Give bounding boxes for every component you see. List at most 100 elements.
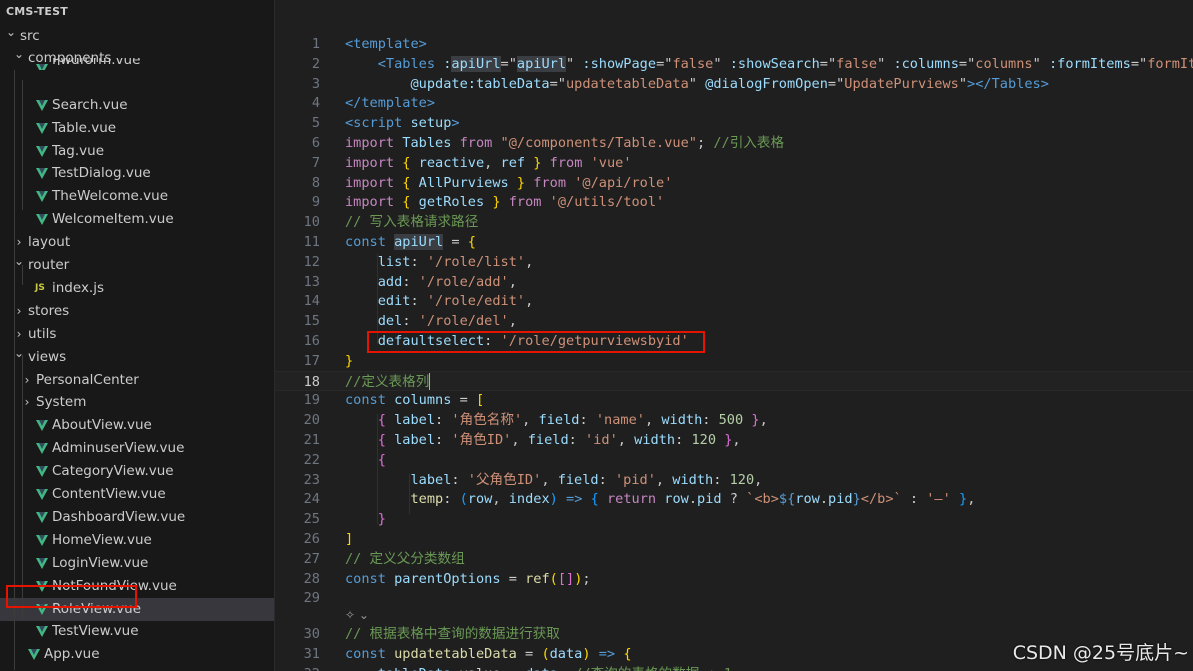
tree-folder[interactable]: › layout [0, 231, 274, 254]
vue-file-icon [36, 168, 48, 180]
line-number: 7 [311, 154, 320, 171]
code-line[interactable]: 21 { label: '角色ID', field: 'id', width: … [275, 430, 1193, 450]
tree-file[interactable]: Table.vue [0, 117, 274, 140]
line-number: 13 [303, 273, 320, 290]
vue-file-icon [36, 626, 48, 638]
code-line[interactable]: 11 const apiUrl = { [275, 232, 1193, 252]
code-line[interactable]: 7 import { reactive, ref } from 'vue' [275, 153, 1193, 173]
vue-file-icon [36, 443, 48, 455]
code-line[interactable]: 20 { label: '角色名称', field: 'name', width… [275, 410, 1193, 430]
tree-file[interactable]: DashboardView.vue [0, 506, 274, 529]
line-number: 29 [303, 590, 320, 607]
code-line[interactable]: 14 edit: '/role/edit', [275, 291, 1193, 311]
line-number: 23 [303, 471, 320, 488]
tree-file[interactable]: App.vue [0, 643, 274, 666]
code-line[interactable]: 23 label: '父角色ID', field: 'pid', width: … [275, 470, 1193, 490]
tree-file[interactable]: TestDialog.vue [0, 162, 274, 185]
code-line[interactable]: 17} [275, 351, 1193, 371]
tree-file[interactable]: HomeView.vue [0, 529, 274, 552]
js-file-icon: JS [27, 666, 37, 671]
explorer-project-title[interactable]: CMS-TEST [6, 5, 68, 18]
code-text: // 写入表格请求路径 [345, 214, 479, 231]
code-line[interactable]: 12 list: '/role/list', [275, 252, 1193, 272]
code-line[interactable]: 4 </template> [275, 93, 1193, 113]
code-line[interactable]: 9 import { getRoles } from '@/utils/tool' [275, 192, 1193, 212]
line-number: 11 [303, 234, 320, 250]
tree-item-label: Search.vue [52, 96, 128, 113]
code-text: { [377, 451, 386, 468]
indent-guide [409, 474, 410, 514]
code-line[interactable]: 8 import { AllPurviews } from '@/api/role… [275, 173, 1193, 193]
line-number: 30 [303, 626, 320, 642]
codelens-chevron-icon[interactable]: ⌄ [359, 608, 369, 622]
code-text: <template> [345, 36, 427, 52]
tree-file[interactable]: JS main.js [0, 666, 274, 671]
tree-file[interactable]: Pwdform.vue [0, 58, 274, 70]
codelens-bar[interactable]: ✧ ⌄ [345, 605, 369, 625]
code-text: import Tables from "@/components/Table.v… [345, 135, 785, 151]
tree-file[interactable]: AboutView.vue [0, 414, 274, 437]
code-editor[interactable]: 1 <template> 2 <Tables :apiUrl="apiUrl" :s… [275, 0, 1193, 671]
code-line[interactable]: 6 import Tables from "@/components/Table.… [275, 133, 1193, 153]
tree-file[interactable]: Tag.vue [0, 140, 274, 163]
code-text: // 根据表格中查询的数据进行获取 [345, 626, 560, 642]
tree-file[interactable]: JS index.js [0, 277, 274, 300]
tree-file[interactable]: Search.vue [0, 94, 274, 117]
tree-item-label: PersonalCenter [36, 371, 139, 388]
code-line[interactable]: 15 del: '/role/del', [275, 311, 1193, 331]
code-text: const parentOptions = ref([]); [345, 570, 591, 587]
tree-file[interactable]: LoginView.vue [0, 552, 274, 575]
tree-file[interactable]: CategoryView.vue [0, 460, 274, 483]
tree-folder[interactable]: › System [0, 391, 274, 414]
code-line[interactable]: 28 const parentOptions = ref([]); [275, 569, 1193, 589]
code-line[interactable]: 24 temp: (row, index) => { return row.pi… [275, 489, 1193, 509]
code-line[interactable]: 26] [275, 529, 1193, 549]
tree-file[interactable]: AdminuserView.vue [0, 437, 274, 460]
tree-item-label: TestView.vue [52, 623, 139, 640]
code-line[interactable]: 27 // 定义父分类数组 [275, 549, 1193, 569]
code-line[interactable]: 22 { [275, 450, 1193, 470]
code-text: //定义表格列 [345, 373, 431, 391]
line-number: 3 [311, 75, 320, 92]
line-number: 5 [311, 115, 320, 132]
line-number: 15 [303, 313, 320, 330]
code-text: @update:tableData="updatetableData" @dia… [410, 75, 1049, 92]
code-line[interactable]: 13 add: '/role/add', [275, 272, 1193, 292]
tree-file[interactable]: TestView.vue [0, 620, 274, 643]
tree-file[interactable]: WelcomeItem.vue [0, 208, 274, 231]
code-line[interactable]: 5 <script setup> [275, 113, 1193, 133]
code-line[interactable]: 25 } [275, 509, 1193, 529]
line-number: 17 [303, 352, 320, 369]
code-text: import { reactive, ref } from 'vue' [345, 154, 632, 171]
tree-folder[interactable]: ⌄ views [0, 346, 274, 369]
line-number: 18 [303, 373, 320, 390]
tree-item-label: ContentView.vue [52, 486, 166, 502]
tree-folder[interactable]: › PersonalCenter [0, 369, 274, 392]
vue-file-icon [36, 191, 48, 203]
vue-file-icon [36, 489, 48, 500]
tree-folder[interactable]: ⌄ router [0, 254, 274, 277]
tree-folder[interactable]: › stores [0, 300, 274, 323]
tree-item-label: HomeView.vue [52, 531, 152, 548]
code-line[interactable]: 10 // 写入表格请求路径 [275, 212, 1193, 232]
code-text: add: '/role/add', [377, 273, 517, 290]
tree-file[interactable]: TheWelcome.vue [0, 185, 274, 208]
chevron-down-icon[interactable]: ⌄ [4, 21, 18, 44]
tree-folder[interactable]: ⌄ src [0, 25, 274, 48]
copilot-icon[interactable]: ✧ [345, 608, 355, 622]
code-line[interactable]: 18 //定义表格列 [275, 370, 1193, 391]
tree-item-label: AdminuserView.vue [52, 440, 185, 457]
tree-file[interactable]: ContentView.vue [0, 483, 274, 506]
code-line[interactable]: 19 const columns = [ [275, 390, 1193, 410]
line-number: 12 [303, 253, 320, 270]
code-line[interactable]: 1 <template> [275, 34, 1193, 54]
code-text: list: '/role/list', [377, 253, 534, 270]
code-text: edit: '/role/edit', [377, 293, 534, 310]
csdn-watermark: CSDN @25号底片~ [1012, 642, 1189, 664]
code-line[interactable]: 2 <Tables :apiUrl="apiUrl" :showPage="fa… [275, 54, 1193, 74]
code-line[interactable]: 3 @update:tableData="updatetableData" @d… [275, 74, 1193, 94]
vue-file-icon [36, 534, 48, 546]
tree-folder[interactable]: › utils [0, 323, 274, 346]
code-line[interactable]: 29 [275, 588, 1193, 608]
vue-file-icon [28, 649, 40, 661]
